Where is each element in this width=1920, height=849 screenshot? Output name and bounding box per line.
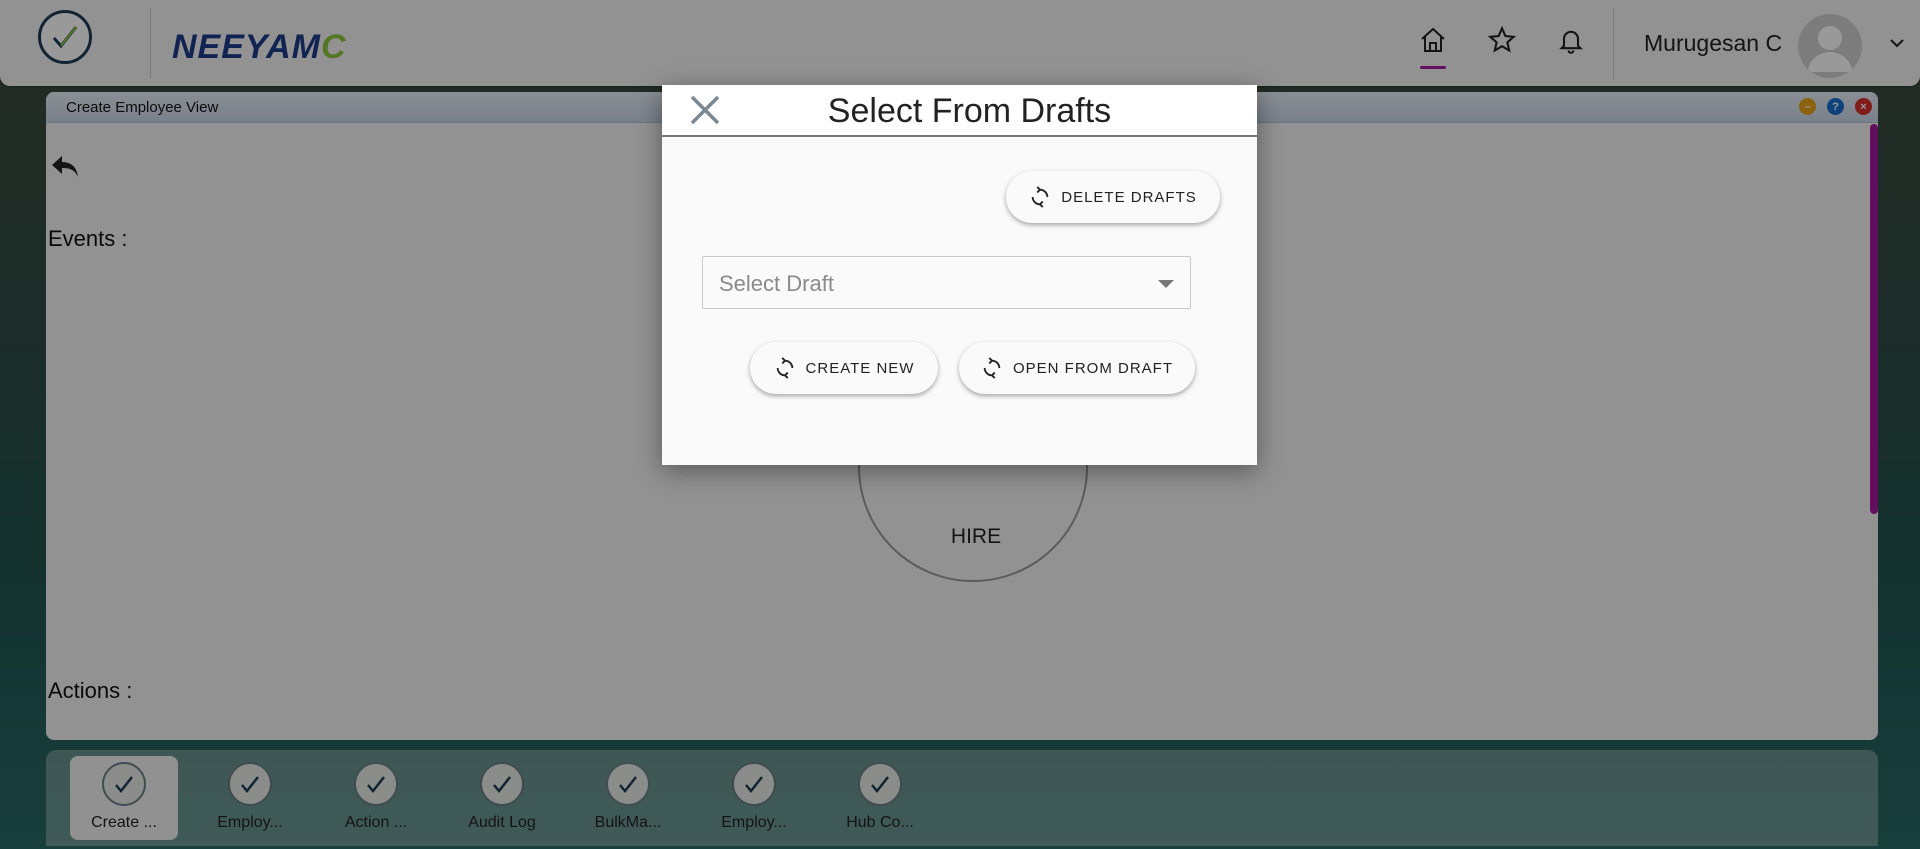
- select-draft-dropdown[interactable]: Select Draft: [702, 256, 1191, 309]
- create-new-label: CREATE NEW: [805, 359, 915, 377]
- refresh-icon: [776, 357, 793, 379]
- refresh-icon: [983, 357, 1001, 379]
- dialog-title: Select From Drafts: [827, 92, 1112, 130]
- select-drafts-dialog: Select From Drafts DELETE DRAFTS Select …: [662, 85, 1257, 465]
- delete-drafts-label: DELETE DRAFTS: [1061, 188, 1197, 206]
- select-draft-placeholder: Select Draft: [719, 271, 834, 296]
- open-from-draft-button[interactable]: OPEN FROM DRAFT: [959, 342, 1195, 394]
- refresh-icon: [1031, 186, 1049, 208]
- delete-drafts-button[interactable]: DELETE DRAFTS: [1006, 171, 1220, 223]
- create-new-button[interactable]: CREATE NEW: [750, 342, 938, 394]
- open-from-draft-label: OPEN FROM DRAFT: [1013, 359, 1173, 377]
- dialog-header: Select From Drafts: [662, 85, 1257, 137]
- dropdown-caret-icon: [1158, 280, 1174, 288]
